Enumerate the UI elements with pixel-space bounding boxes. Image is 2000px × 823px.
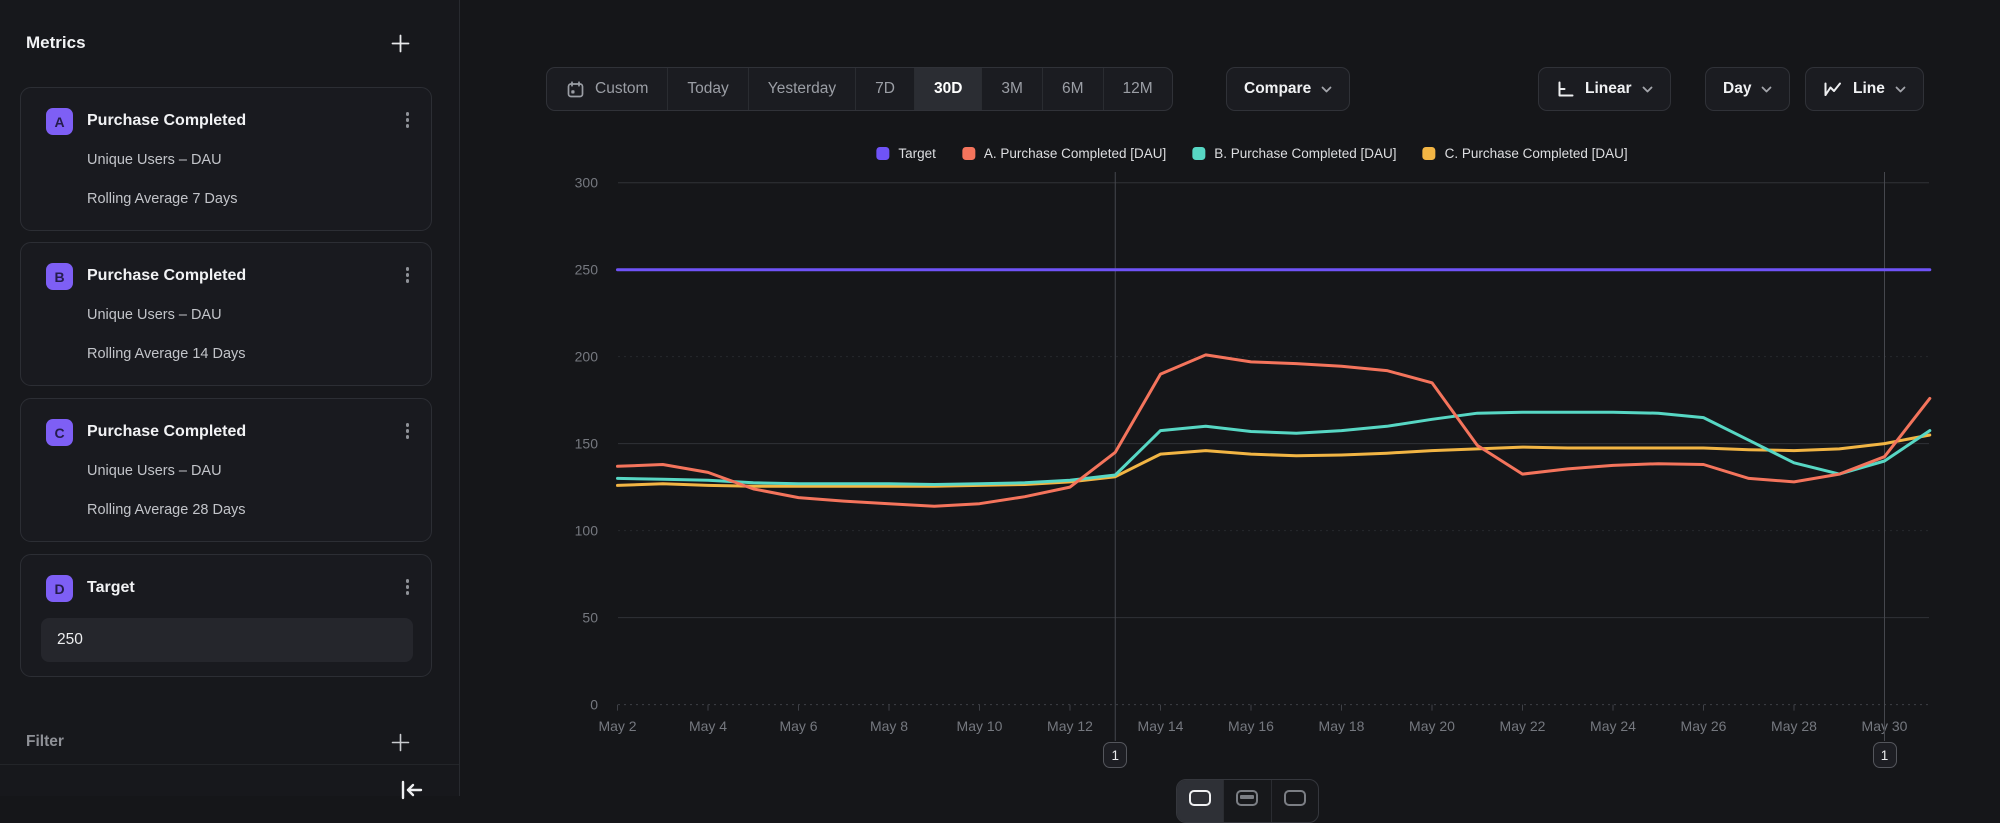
metric-card-header: A Purchase Completed bbox=[46, 108, 415, 135]
metric-badge: C bbox=[46, 419, 73, 446]
x-axis-label: May 2 bbox=[598, 718, 636, 734]
view-raw-button[interactable] bbox=[1271, 780, 1318, 822]
plus-icon bbox=[391, 34, 410, 53]
x-axis-label: May 20 bbox=[1409, 718, 1455, 734]
metric-card-header: C Purchase Completed bbox=[46, 419, 415, 446]
y-axis-label: 150 bbox=[575, 436, 599, 452]
y-axis-label: 0 bbox=[590, 697, 598, 713]
metric-transform: Rolling Average 14 Days bbox=[87, 346, 415, 362]
raw-view-icon bbox=[1284, 790, 1306, 806]
filter-label: Filter bbox=[26, 733, 64, 751]
chart-view-icon bbox=[1189, 790, 1211, 806]
metric-badge: B bbox=[46, 263, 73, 290]
y-axis-label: 250 bbox=[575, 262, 599, 278]
metric-card-b[interactable]: B Purchase Completed Unique Users – DAU Rol… bbox=[20, 242, 432, 386]
target-value-input[interactable]: 250 bbox=[41, 618, 413, 662]
metric-badge: D bbox=[46, 575, 73, 602]
sidebar-title: Metrics bbox=[26, 33, 86, 53]
plus-icon bbox=[391, 733, 410, 752]
target-title: Target bbox=[87, 579, 400, 597]
metric-transform: Rolling Average 28 Days bbox=[87, 502, 415, 518]
x-axis-label: May 12 bbox=[1047, 718, 1093, 734]
x-axis-label: May 24 bbox=[1590, 718, 1636, 734]
x-axis-label: May 22 bbox=[1500, 718, 1546, 734]
more-options-icon[interactable] bbox=[400, 263, 416, 287]
sidebar-header: Metrics bbox=[26, 22, 413, 64]
x-axis-label: May 18 bbox=[1319, 718, 1365, 734]
metric-title: Purchase Completed bbox=[87, 423, 400, 441]
collapse-left-icon bbox=[396, 779, 426, 801]
x-axis-label: May 14 bbox=[1138, 718, 1184, 734]
view-chart-button[interactable] bbox=[1177, 780, 1223, 822]
annotation-badge[interactable]: 1 bbox=[1873, 742, 1897, 768]
metric-title: Purchase Completed bbox=[87, 267, 400, 285]
table-view-icon bbox=[1236, 790, 1258, 806]
metric-card-header: B Purchase Completed bbox=[46, 263, 415, 290]
metric-measure: Unique Users – DAU bbox=[87, 307, 415, 323]
x-axis-label: May 6 bbox=[779, 718, 817, 734]
x-axis-label: May 8 bbox=[870, 718, 908, 734]
x-axis-label: May 10 bbox=[957, 718, 1003, 734]
y-axis-label: 50 bbox=[582, 610, 598, 626]
view-table-button[interactable] bbox=[1223, 780, 1270, 822]
x-axis-label: May 28 bbox=[1771, 718, 1817, 734]
metric-transform: Rolling Average 7 Days bbox=[87, 191, 415, 207]
collapse-sidebar-button[interactable] bbox=[396, 779, 426, 806]
add-metric-button[interactable] bbox=[387, 30, 413, 56]
x-axis-label: May 16 bbox=[1228, 718, 1274, 734]
metric-badge: A bbox=[46, 108, 73, 135]
target-card-header: D Target bbox=[46, 575, 415, 602]
analytics-dashboard: { "sidebar": { "title": "Metrics", "filt… bbox=[0, 0, 2000, 796]
target-card[interactable]: D Target 250 bbox=[20, 554, 432, 677]
series-line-c bbox=[618, 435, 1930, 486]
line-chart: 0 50 100 150 200 250 300 May 2 May 4 May 6 May 8 Ma… bbox=[460, 0, 2000, 796]
filter-section: Filter bbox=[26, 726, 413, 758]
annotation-badge[interactable]: 1 bbox=[1103, 742, 1127, 768]
x-axis-label: May 26 bbox=[1681, 718, 1727, 734]
add-filter-button[interactable] bbox=[387, 729, 413, 755]
metric-card-a[interactable]: A Purchase Completed Unique Users – DAU Rol… bbox=[20, 87, 432, 231]
more-options-icon[interactable] bbox=[400, 575, 416, 599]
metrics-sidebar: Metrics A Purchase Completed Unique Users … bbox=[0, 0, 460, 796]
chart-view-toggle bbox=[1176, 779, 1319, 823]
metric-title: Purchase Completed bbox=[87, 112, 400, 130]
more-options-icon[interactable] bbox=[400, 419, 416, 443]
y-axis-label: 300 bbox=[575, 175, 599, 191]
metric-measure: Unique Users – DAU bbox=[87, 463, 415, 479]
y-axis-label: 100 bbox=[575, 523, 599, 539]
sidebar-divider bbox=[0, 764, 459, 765]
x-axis-label: May 4 bbox=[689, 718, 727, 734]
more-options-icon[interactable] bbox=[400, 108, 416, 132]
y-axis-label: 200 bbox=[575, 349, 599, 365]
metric-card-c[interactable]: C Purchase Completed Unique Users – DAU Rol… bbox=[20, 398, 432, 542]
metric-measure: Unique Users – DAU bbox=[87, 152, 415, 168]
